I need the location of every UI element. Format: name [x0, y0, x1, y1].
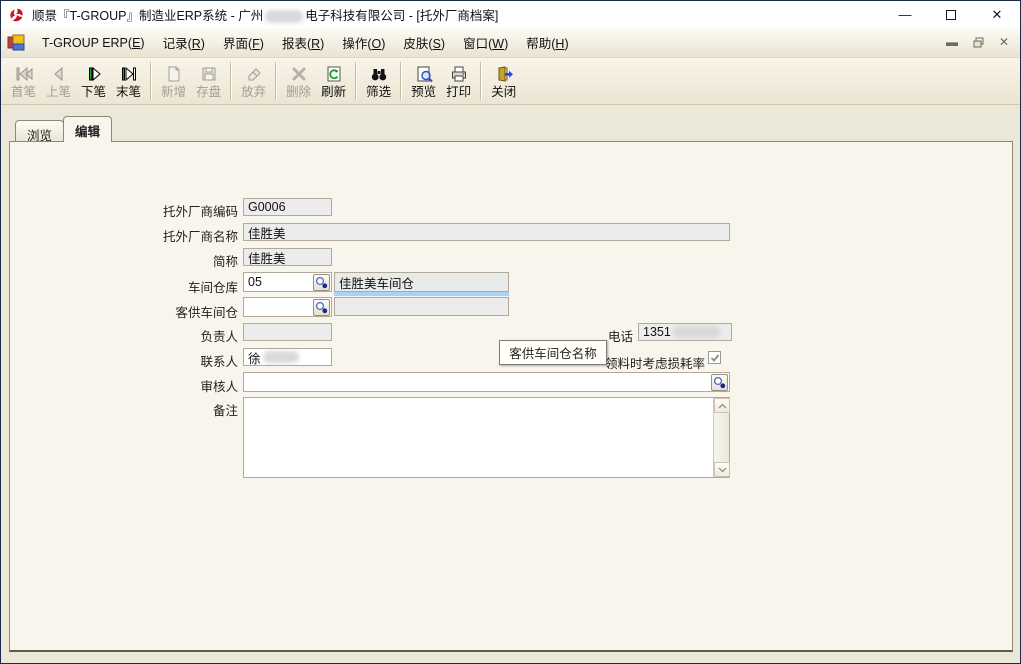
- window-title: 顺景『T-GROUP』制造业ERP系统 - 广州电子科技有限公司 - [托外厂商…: [32, 5, 498, 24]
- save-icon: [199, 64, 219, 84]
- tab-browse[interactable]: 浏览: [15, 120, 64, 142]
- auditor-field[interactable]: [243, 372, 730, 392]
- customer-warehouse-label: 客供车间仓: [101, 302, 238, 321]
- last-record-icon: [119, 64, 139, 84]
- new-record-icon: [164, 64, 184, 84]
- chevron-up-icon: [718, 403, 727, 409]
- binoculars-icon: [369, 64, 389, 84]
- app-window: 顺景『T-GROUP』制造业ERP系统 - 广州电子科技有限公司 - [托外厂商…: [0, 0, 1021, 664]
- toolbar-filter-button[interactable]: 筛选: [361, 61, 396, 101]
- redacted-phone: [673, 326, 721, 338]
- short-name-label: 简称: [101, 251, 238, 270]
- workshop-warehouse-label: 车间仓库: [101, 277, 238, 296]
- phone-field[interactable]: 1351: [638, 323, 732, 341]
- toolbar-last-button[interactable]: 末笔: [111, 61, 146, 101]
- redacted-contact: [263, 351, 299, 363]
- window-maximize-button[interactable]: [928, 1, 974, 28]
- customer-warehouse-lookup-button[interactable]: [313, 299, 330, 316]
- menu-record[interactable]: 记录(R): [154, 28, 214, 57]
- redacted-company-name: [265, 10, 303, 23]
- toolbar-preview-button[interactable]: 预览: [406, 61, 441, 101]
- magnifier-icon: [315, 301, 328, 314]
- toolbar-separator: [150, 62, 152, 100]
- memo-scrollbar[interactable]: [713, 398, 729, 477]
- title-bar: 顺景『T-GROUP』制造业ERP系统 - 广州电子科技有限公司 - [托外厂商…: [1, 1, 1020, 28]
- refresh-icon: [324, 64, 344, 84]
- loss-rate-checkbox[interactable]: [708, 351, 721, 364]
- printer-icon: [449, 64, 469, 84]
- focus-indicator-bar: [334, 292, 509, 296]
- vendor-code-label: 托外厂商编码: [101, 201, 238, 220]
- window-close-button[interactable]: ✕: [974, 1, 1020, 28]
- magnifier-icon: [315, 276, 328, 289]
- first-record-icon: [14, 64, 34, 84]
- menu-window[interactable]: 窗口(W): [454, 28, 517, 57]
- mdi-system-icon[interactable]: [7, 34, 27, 52]
- contact-field[interactable]: 徐: [243, 348, 332, 366]
- scroll-up-button[interactable]: [714, 398, 730, 413]
- exit-door-icon: [494, 64, 514, 84]
- auditor-lookup-button[interactable]: [711, 374, 728, 391]
- mdi-restore-button[interactable]: [968, 32, 988, 52]
- magnifier-icon: [713, 376, 726, 389]
- mdi-close-button[interactable]: ✕: [994, 32, 1014, 52]
- workshop-warehouse-name-field[interactable]: 佳胜美车间仓: [334, 272, 509, 292]
- menu-bar: T-GROUP ERP(E) 记录(R) 界面(F) 报表(R) 操作(O) 皮…: [1, 28, 1020, 58]
- menu-help[interactable]: 帮助(H): [517, 28, 577, 57]
- toolbar-abandon-button[interactable]: 放弃: [236, 61, 271, 101]
- remark-label: 备注: [101, 400, 238, 419]
- toolbar-print-button[interactable]: 打印: [441, 61, 476, 101]
- print-preview-icon: [414, 64, 434, 84]
- toolbar: 首笔 上笔 下笔 末笔: [1, 58, 1020, 105]
- menu-tgroup-erp[interactable]: T-GROUP ERP(E): [33, 31, 154, 55]
- toolbar-delete-button[interactable]: 删除: [281, 61, 316, 101]
- vendor-code-field[interactable]: [243, 198, 332, 216]
- short-name-field[interactable]: [243, 248, 332, 266]
- toolbar-prev-button[interactable]: 上笔: [41, 61, 76, 101]
- menu-skin[interactable]: 皮肤(S): [394, 28, 454, 57]
- remark-textarea[interactable]: [243, 397, 730, 478]
- next-record-icon: [84, 64, 104, 84]
- toolbar-next-button[interactable]: 下笔: [76, 61, 111, 101]
- chevron-down-icon: [718, 467, 727, 473]
- customer-warehouse-name-field[interactable]: [334, 297, 509, 316]
- prev-record-icon: [49, 64, 69, 84]
- mdi-minimize-button[interactable]: ▬: [942, 32, 962, 52]
- menu-operation[interactable]: 操作(O): [333, 28, 394, 57]
- vendor-name-field[interactable]: [243, 223, 730, 241]
- contact-label: 联系人: [101, 351, 238, 370]
- toolbar-separator: [480, 62, 482, 100]
- manager-field[interactable]: [243, 323, 332, 341]
- delete-icon: [289, 64, 309, 84]
- toolbar-close-button[interactable]: 关闭: [486, 61, 521, 101]
- tooltip: 客供车间仓名称: [499, 340, 607, 365]
- menu-interface[interactable]: 界面(F): [214, 28, 273, 57]
- toolbar-new-button[interactable]: 新增: [156, 61, 191, 101]
- window-minimize-button[interactable]: —: [882, 1, 928, 28]
- toolbar-save-button[interactable]: 存盘: [191, 61, 226, 101]
- app-logo-icon: [8, 6, 26, 24]
- checkmark-icon: [710, 353, 720, 363]
- auditor-label: 审核人: [101, 376, 238, 395]
- vendor-name-label: 托外厂商名称: [101, 226, 238, 245]
- toolbar-separator: [355, 62, 357, 100]
- manager-label: 负责人: [101, 326, 238, 345]
- toolbar-separator: [275, 62, 277, 100]
- toolbar-first-button[interactable]: 首笔: [6, 61, 41, 101]
- restore-icon: [973, 37, 984, 48]
- toolbar-separator: [400, 62, 402, 100]
- toolbar-refresh-button[interactable]: 刷新: [316, 61, 351, 101]
- scroll-down-button[interactable]: [714, 462, 730, 477]
- workshop-warehouse-lookup-button[interactable]: [313, 274, 330, 291]
- toolbar-separator: [230, 62, 232, 100]
- menu-report[interactable]: 报表(R): [273, 28, 333, 57]
- tab-edit[interactable]: 编辑: [63, 116, 112, 142]
- eraser-icon: [244, 64, 264, 84]
